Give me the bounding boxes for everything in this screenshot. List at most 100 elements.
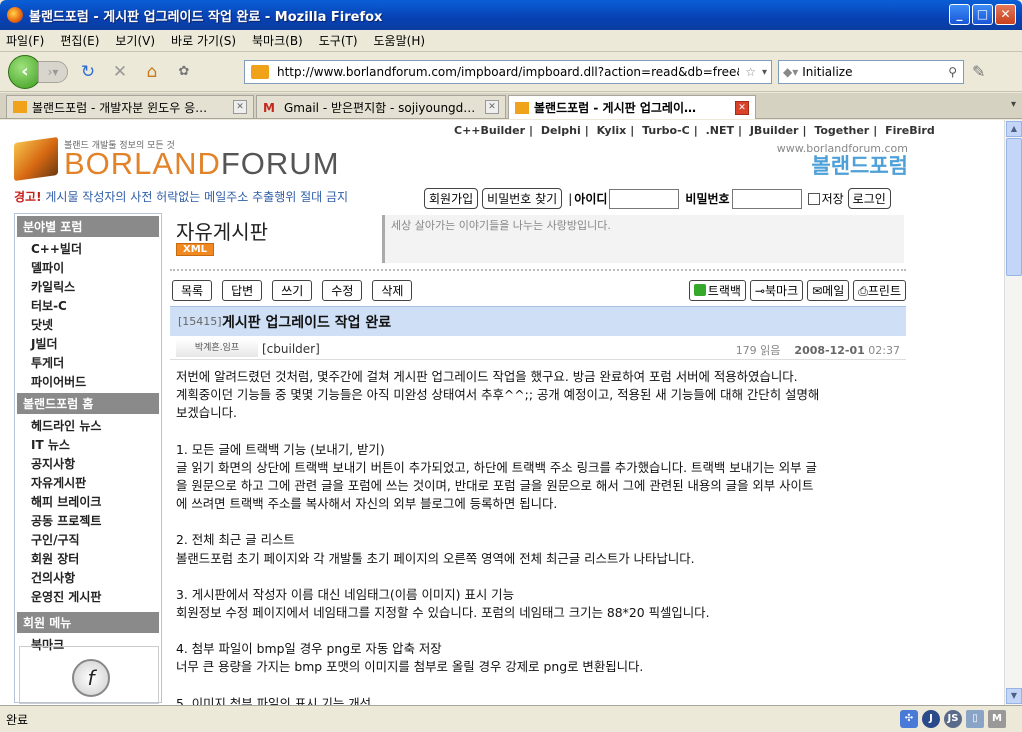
site-favicon-icon xyxy=(515,101,529,114)
url-dropdown-icon[interactable]: ▾ xyxy=(762,67,767,78)
sidebar-item-turboc[interactable]: 터보-C xyxy=(15,296,161,315)
java-icon[interactable]: J xyxy=(922,710,940,728)
sidebar-item-delphi[interactable]: 델파이 xyxy=(15,258,161,277)
sidebar-item-happy-break[interactable]: 해피 브레이크 xyxy=(15,492,161,511)
window-titlebar: 볼랜드포럼 - 게시판 업그레이드 작업 완료 - Mozilla Firefo… xyxy=(0,0,1022,30)
trackback-button[interactable]: 트랙백 xyxy=(688,280,746,301)
post-title: 게시판 업그레이드 작업 완료 xyxy=(222,315,392,331)
search-input[interactable]: Initialize xyxy=(802,65,948,79)
sidebar-item-market[interactable]: 회원 장터 xyxy=(15,549,161,568)
menu-go[interactable]: 바로 가기(S) xyxy=(171,32,236,49)
address-bar[interactable]: http://www.borlandforum.com/impboard/imp… xyxy=(244,60,772,84)
id-input[interactable] xyxy=(609,188,680,209)
tab-1[interactable]: 볼랜드포럼 - 개발자분 윈도우 응… ✕ xyxy=(6,95,254,118)
close-tab-icon[interactable]: ✕ xyxy=(233,100,247,114)
sidebar-item-jobs[interactable]: 구인/구직 xyxy=(15,530,161,549)
addon-icon[interactable]: ✣ xyxy=(900,710,918,728)
menu-help[interactable]: 도움말(H) xyxy=(374,32,426,49)
sidebar-item-dotnet[interactable]: 닷넷 xyxy=(15,315,161,334)
close-tab-icon[interactable]: ✕ xyxy=(485,100,499,114)
bookmark-label: 북마크 xyxy=(764,284,799,298)
link-cppbuilder[interactable]: C++Builder xyxy=(454,124,525,137)
link-delphi[interactable]: Delphi xyxy=(541,124,581,137)
sidebar-item-together[interactable]: 투게더 xyxy=(15,353,161,372)
tab-2[interactable]: M Gmail - 받은편지함 - sojiyoungd… ✕ xyxy=(256,95,506,118)
borlandforum-logo[interactable]: 볼랜드 개발툴 정보의 모든 것 BORLANDFORUM xyxy=(14,134,354,182)
write-button[interactable]: 쓰기 xyxy=(272,280,313,301)
sidebar-item-notice[interactable]: 공지사항 xyxy=(15,454,161,473)
link-dotnet[interactable]: .NET xyxy=(706,124,734,137)
sidebar-item-admin-board[interactable]: 운영진 게시판 xyxy=(15,587,161,606)
xml-feed-badge[interactable]: XML xyxy=(176,243,215,256)
link-firebird[interactable]: FireBird xyxy=(885,124,935,137)
close-tab-icon[interactable]: ✕ xyxy=(735,100,749,115)
body-line: 저번에 알려드렸던 것처럼, 몇주간에 걸쳐 게시판 업그레이드 작업을 했구요… xyxy=(176,369,798,384)
menu-file[interactable]: 파일(F) xyxy=(6,32,44,49)
link-kylix[interactable]: Kylix xyxy=(597,124,627,137)
divider xyxy=(170,269,906,271)
back-button[interactable]: ‹ xyxy=(8,54,42,89)
body-line: 2. 전체 최근 글 리스트 xyxy=(176,532,295,548)
post-tools: 트랙백 ⊸북마크 ✉메일 ⎙프린트 xyxy=(685,280,906,301)
tab-list-icon[interactable]: ▾ xyxy=(1011,99,1016,110)
menu-edit[interactable]: 편집(E) xyxy=(60,32,99,49)
search-engine-icon[interactable]: ◆▾ xyxy=(783,65,798,79)
menu-bookmarks[interactable]: 북마크(B) xyxy=(252,32,303,49)
link-together[interactable]: Together xyxy=(814,124,869,137)
tab-3-active[interactable]: 볼랜드포럼 - 게시판 업그레이… ✕ xyxy=(508,95,756,119)
sidebar-item-joint-project[interactable]: 공동 프로젝트 xyxy=(15,511,161,530)
close-window-button[interactable]: ✕ xyxy=(995,4,1016,25)
delete-button[interactable]: 삭제 xyxy=(372,280,413,301)
trackback-icon xyxy=(693,284,706,296)
reply-button[interactable]: 답변 xyxy=(222,280,263,301)
bookmark-button[interactable]: ⊸북마크 xyxy=(749,280,804,301)
sidebar-item-kylix[interactable]: 카일릭스 xyxy=(15,277,161,296)
sidebar-item-it-news[interactable]: IT 뉴스 xyxy=(15,435,161,454)
minimize-button[interactable]: _ xyxy=(949,4,970,25)
menu-tools[interactable]: 도구(T) xyxy=(319,32,358,49)
flash-banner[interactable]: f xyxy=(19,646,159,704)
forward-button[interactable]: ›▾ xyxy=(38,60,68,83)
author-id[interactable]: [cbuilder] xyxy=(262,342,320,356)
sidebar-item-headline-news[interactable]: 헤드라인 뉴스 xyxy=(15,416,161,435)
body-line: 글 읽기 화면의 상단에 트랙백 보내기 버튼이 추가되었고, 하단에 트랙백 … xyxy=(176,459,817,475)
scroll-down-icon[interactable]: ▼ xyxy=(1006,688,1022,704)
sidebar-item-suggestions[interactable]: 건의사항 xyxy=(15,568,161,587)
save-label: 저장 xyxy=(821,192,844,206)
reload-icon[interactable]: ↻ xyxy=(76,60,100,84)
url-text[interactable]: http://www.borlandforum.com/impboard/imp… xyxy=(277,65,739,79)
join-button[interactable]: 회원가입 xyxy=(424,188,479,209)
home-icon[interactable]: ⌂ xyxy=(140,60,164,84)
star-icon[interactable]: ☆ xyxy=(745,65,756,79)
list-button[interactable]: 목록 xyxy=(172,280,213,301)
post-body: 저번에 알려드렸던 것처럼, 몇주간에 걸쳐 게시판 업그레이드 작업을 했구요… xyxy=(176,368,904,705)
javascript-icon[interactable]: JS xyxy=(944,710,962,728)
search-icon[interactable]: ⚲ xyxy=(948,65,957,79)
sidebar-item-cppbuilder[interactable]: C++빌더 xyxy=(15,239,161,258)
stop-icon[interactable]: ✕ xyxy=(108,60,132,84)
vertical-scrollbar[interactable]: ▲ ▼ xyxy=(1004,120,1022,705)
link-jbuilder[interactable]: JBuilder xyxy=(750,124,799,137)
page-icon[interactable]: ▯ xyxy=(966,710,984,728)
author-nametag[interactable]: 박계흔.임프 xyxy=(176,339,258,357)
gmail-status-icon[interactable]: M xyxy=(988,710,1006,728)
maximize-button[interactable]: □ xyxy=(972,4,993,25)
sidebar-item-firebird[interactable]: 파이어버드 xyxy=(15,372,161,391)
find-password-button[interactable]: 비밀번호 찾기 xyxy=(482,188,563,209)
extension-icon[interactable]: ✿ xyxy=(172,60,196,84)
password-input[interactable] xyxy=(731,188,802,209)
scroll-up-icon[interactable]: ▲ xyxy=(1006,121,1022,137)
menu-view[interactable]: 보기(V) xyxy=(115,32,155,49)
link-turboc[interactable]: Turbo-C xyxy=(642,124,690,137)
sidebar-item-jbuilder[interactable]: J빌더 xyxy=(15,334,161,353)
mail-button[interactable]: ✉메일 xyxy=(807,280,850,301)
sidebar-item-free-board[interactable]: 자유게시판 xyxy=(15,473,161,492)
scroll-thumb[interactable] xyxy=(1006,138,1022,276)
search-box[interactable]: ◆▾ Initialize ⚲ xyxy=(778,60,964,84)
login-button[interactable]: 로그인 xyxy=(847,188,891,209)
edit-button[interactable]: 수정 xyxy=(322,280,363,301)
print-button[interactable]: ⎙프린트 xyxy=(853,280,906,301)
notes-icon[interactable]: ✎ xyxy=(972,62,985,81)
save-login-checkbox[interactable] xyxy=(807,192,820,205)
